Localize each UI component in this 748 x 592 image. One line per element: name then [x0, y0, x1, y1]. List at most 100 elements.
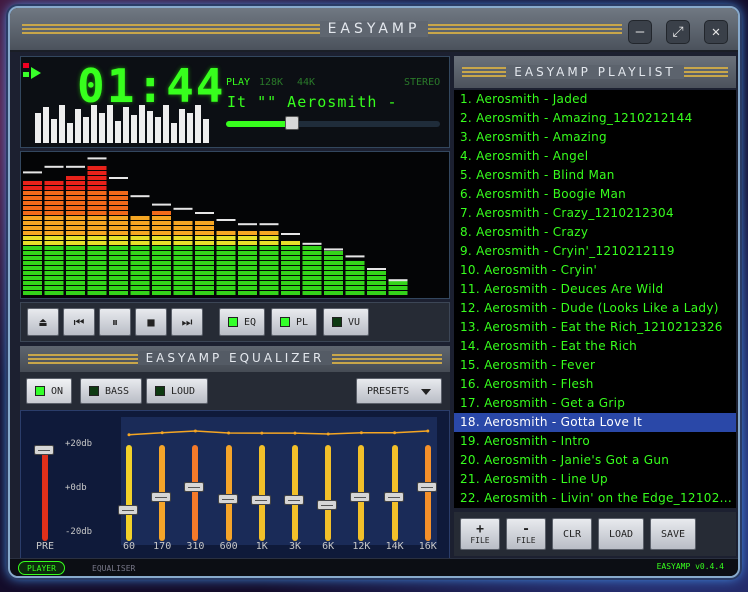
eq-band-12k-slider[interactable]	[350, 445, 371, 541]
playlist-item[interactable]: 11. Aerosmith - Deuces Are Wild	[454, 280, 736, 299]
stop-button[interactable]: ■	[135, 308, 167, 336]
eq-band-310-slider[interactable]	[184, 445, 205, 541]
add-file-button[interactable]: + FILE	[460, 518, 500, 550]
pause-button[interactable]: ⏸	[99, 308, 131, 336]
eq-band-16k-slider[interactable]	[416, 445, 437, 541]
preamp-slider[interactable]	[34, 445, 54, 541]
mini-vis-bar	[195, 105, 201, 143]
db-top-label: +20db	[65, 439, 93, 449]
bass-button[interactable]: BASS	[80, 378, 142, 404]
playlist-item[interactable]: 16. Aerosmith - Flesh	[454, 375, 736, 394]
maximize-button[interactable]: ⤢	[666, 20, 690, 44]
playlist-item[interactable]: 14. Aerosmith - Eat the Rich	[454, 337, 736, 356]
close-button[interactable]: ✕	[704, 20, 728, 44]
eq-band-310-knob[interactable]	[184, 481, 205, 492]
eq-on-button[interactable]: ON	[26, 378, 72, 404]
playlist-item[interactable]: 2. Aerosmith - Amazing_1210212144	[454, 109, 736, 128]
mini-vis-bar	[155, 117, 161, 143]
playlist-item[interactable]: 10. Aerosmith - Cryin'	[454, 261, 736, 280]
easyamp-window: EASYAMP – ⤢ ✕ 01:44 PLAY 128K 44K STEREO…	[8, 6, 740, 578]
loud-led	[155, 386, 165, 396]
spectrum-bar-6	[130, 216, 150, 295]
pl-toggle[interactable]: PL	[271, 308, 317, 336]
eq-band-6k-slider[interactable]	[317, 445, 338, 541]
loud-button[interactable]: LOUD	[146, 378, 208, 404]
eq-band-14k-slider[interactable]	[383, 445, 404, 541]
playlist-item[interactable]: 17. Aerosmith - Get a Grip	[454, 394, 736, 413]
spectrum-peak-8	[173, 207, 193, 210]
eq-band-1k-knob[interactable]	[250, 494, 271, 505]
presets-dropdown[interactable]: PRESETS	[356, 378, 442, 404]
equalizer-controls: ON BASS LOUD PRESETS	[20, 372, 450, 410]
minimize-button[interactable]: –	[628, 20, 652, 44]
add-symbol: +	[476, 521, 484, 537]
chevron-down-icon	[421, 389, 431, 395]
title-bar[interactable]: EASYAMP – ⤢ ✕	[10, 8, 738, 52]
playlist-item[interactable]: 15. Aerosmith - Fever	[454, 356, 736, 375]
eq-band-3k-knob[interactable]	[284, 494, 304, 505]
eq-band-6k-knob[interactable]	[317, 500, 338, 511]
eq-toggle[interactable]: EQ	[219, 308, 265, 336]
eq-band-14k-knob[interactable]	[383, 492, 404, 503]
playlist-item[interactable]: 19. Aerosmith - Intro	[454, 432, 736, 451]
playlist-item[interactable]: 3. Aerosmith - Amazing	[454, 128, 736, 147]
playlist-item[interactable]: 22. Aerosmith - Livin' on the Edge_12102…	[454, 489, 736, 508]
pause-icon: ⏸	[111, 314, 118, 329]
playlist-item[interactable]: 13. Aerosmith - Eat the Rich_1210212326	[454, 318, 736, 337]
playlist-item[interactable]: 9. Aerosmith - Cryin'_1210212119	[454, 242, 736, 261]
save-label: SAVE	[660, 528, 686, 540]
eq-curve-point	[393, 431, 397, 435]
track-marquee: It "" Aerosmith -	[227, 93, 398, 111]
playlist-item[interactable]: 12. Aerosmith - Dude (Looks Like a Lady)	[454, 299, 736, 318]
eq-band-60-knob[interactable]	[118, 505, 138, 516]
clear-button[interactable]: CLR	[552, 518, 592, 550]
mini-vis-bar	[115, 121, 121, 143]
playlist[interactable]: 1. Aerosmith - Jaded 2. Aerosmith - Amazi…	[454, 90, 736, 508]
playlist-item[interactable]: 8. Aerosmith - Crazy	[454, 223, 736, 242]
preamp-knob[interactable]	[34, 445, 54, 455]
bass-led	[89, 386, 99, 396]
eq-band-16k-knob[interactable]	[416, 481, 437, 492]
eject-button[interactable]: ⏏	[27, 308, 59, 336]
eq-band-600-knob[interactable]	[217, 494, 238, 505]
eq-band-12k-knob[interactable]	[350, 492, 371, 503]
tab-player[interactable]: PLAYER	[18, 561, 65, 575]
playlist-item[interactable]: 4. Aerosmith - Angel	[454, 147, 736, 166]
remove-file-button[interactable]: - FILE	[506, 518, 546, 550]
eq-band-170-slider[interactable]	[151, 445, 172, 541]
db-mid-label: +0db	[65, 483, 87, 493]
playlist-item[interactable]: 5. Aerosmith - Blind Man	[454, 166, 736, 185]
pl-label: PL	[296, 316, 309, 328]
eq-band-60-slider[interactable]	[118, 445, 138, 541]
playlist-item[interactable]: 1. Aerosmith - Jaded	[454, 90, 736, 109]
stop-icon: ■	[147, 315, 155, 329]
save-button[interactable]: SAVE	[650, 518, 696, 550]
vu-toggle[interactable]: VU	[323, 308, 369, 336]
playlist-item[interactable]: 18. Aerosmith - Gotta Love It	[454, 413, 736, 432]
load-button[interactable]: LOAD	[598, 518, 644, 550]
eq-band-1k-slider[interactable]	[250, 445, 271, 541]
app-title: EASYAMP	[319, 21, 429, 37]
eq-on-label: ON	[51, 385, 64, 397]
eq-curve-line	[128, 430, 428, 436]
playlist-item[interactable]: 21. Aerosmith - Line Up	[454, 470, 736, 489]
mini-vis-bar	[203, 119, 209, 143]
previous-button[interactable]: ⏮	[63, 308, 95, 336]
eq-band-600-slider[interactable]	[217, 445, 238, 541]
seek-bar[interactable]	[226, 116, 440, 130]
tab-equaliser[interactable]: EQUALISER	[84, 561, 143, 575]
clear-label: CLR	[562, 528, 582, 540]
playlist-item[interactable]: 6. Aerosmith - Boogie Man	[454, 185, 736, 204]
playlist-item[interactable]: 7. Aerosmith - Crazy_1210212304	[454, 204, 736, 223]
next-button[interactable]: ⏭	[171, 308, 203, 336]
spectrum-analyzer[interactable]	[20, 151, 450, 299]
playlist-column: EASYAMP PLAYLIST 1. Aerosmith - Jaded 2. …	[454, 56, 736, 556]
eq-band-3k-slider[interactable]	[284, 445, 304, 541]
mini-vis-bar	[67, 123, 73, 143]
seek-handle[interactable]	[285, 116, 300, 130]
presets-label: PRESETS	[367, 385, 410, 397]
eq-band-170-knob[interactable]	[151, 492, 172, 503]
spectrum-peak-18	[388, 279, 408, 282]
playlist-item[interactable]: 20. Aerosmith - Janie's Got a Gun	[454, 451, 736, 470]
transport-controls: ⏏ ⏮ ⏸ ■ ⏭ EQ PL VU	[20, 302, 450, 342]
